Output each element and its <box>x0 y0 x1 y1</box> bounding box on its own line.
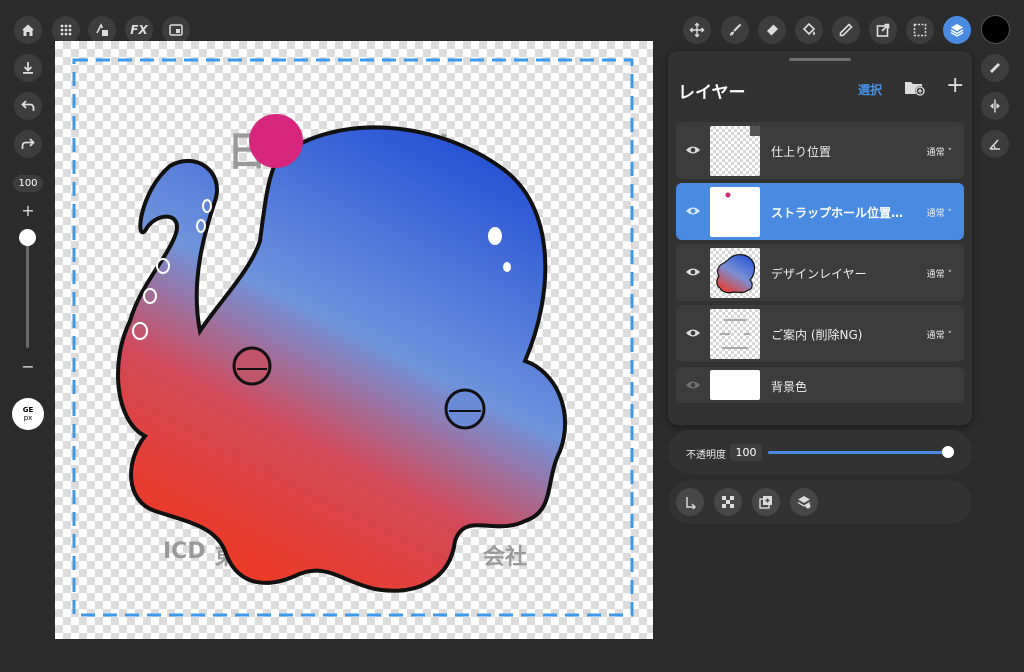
artwork <box>72 58 634 617</box>
layer-row-background-color[interactable]: 背景色 <box>676 367 964 403</box>
shape-tool-button[interactable] <box>88 16 116 44</box>
merge-down-icon <box>686 497 696 509</box>
import-button[interactable] <box>14 54 42 82</box>
eyedropper-tool[interactable] <box>832 16 860 44</box>
symmetry-tool[interactable] <box>981 92 1009 120</box>
home-icon <box>22 24 34 36</box>
bucket-icon <box>802 22 816 36</box>
layer-eraser-icon <box>797 496 811 509</box>
blend-mode-dropdown[interactable]: 通常 ˅ <box>927 145 952 158</box>
eye-left <box>232 346 272 386</box>
color-picker[interactable] <box>981 15 1010 44</box>
visibility-eye-icon[interactable] <box>685 379 701 391</box>
redo-icon <box>21 138 35 149</box>
layer-row-finish-position[interactable]: 仕上り位置 通常 ˅ <box>676 122 964 179</box>
brush-preview-top: GE <box>22 406 34 414</box>
fill-tool[interactable] <box>795 16 823 44</box>
export-tool[interactable] <box>869 16 897 44</box>
brush-size-slider[interactable] <box>26 238 29 348</box>
eraser-icon <box>767 24 778 36</box>
gallery-button[interactable] <box>14 16 42 44</box>
blend-mode-dropdown[interactable]: 通常 ˅ <box>927 267 952 280</box>
visibility-eye-icon[interactable] <box>685 144 701 156</box>
symmetry-icon <box>990 99 1000 113</box>
strap-hole-dot <box>249 114 303 168</box>
visibility-eye-icon[interactable] <box>685 266 701 278</box>
layer-thumbnail <box>710 309 760 359</box>
opacity-slider-handle[interactable] <box>942 446 954 458</box>
marquee-icon <box>913 23 927 37</box>
layer-row-design[interactable]: デザインレイヤー 通常 ˅ <box>676 244 964 301</box>
shapes-icon <box>96 23 108 36</box>
layer-tools-bar <box>668 480 972 524</box>
actions-button[interactable] <box>52 16 80 44</box>
blend-mode-dropdown[interactable]: 通常 ˅ <box>927 328 952 341</box>
export-icon <box>876 23 890 37</box>
angle-icon <box>989 139 1000 150</box>
ruler-icon <box>990 63 1000 73</box>
panel-title: レイヤー <box>678 83 746 103</box>
reference-button[interactable] <box>162 16 190 44</box>
layer-name: 仕上り位置 <box>771 145 832 159</box>
redo-button[interactable] <box>14 130 42 158</box>
undo-button[interactable] <box>14 92 42 120</box>
layer-thumbnail <box>710 248 760 298</box>
select-layers-button[interactable]: 選択 <box>858 81 882 98</box>
merge-down-button[interactable] <box>676 488 704 516</box>
folder-add-icon <box>905 82 925 96</box>
undo-icon <box>21 100 35 111</box>
layer-row-strap-hole[interactable]: ストラップホール位置指定 通常 ˅ <box>676 183 964 240</box>
download-icon <box>23 62 33 74</box>
layers-button[interactable] <box>943 16 971 44</box>
layer-thumbnail <box>710 126 760 176</box>
move-icon <box>689 22 705 38</box>
add-layer-button[interactable]: + <box>946 75 964 97</box>
duplicate-layer-button[interactable] <box>752 488 780 516</box>
opacity-label: 不透明度 <box>686 450 726 461</box>
eye-right <box>444 388 486 430</box>
layer-name: 背景色 <box>771 380 808 394</box>
blend-mode-dropdown[interactable]: 通常 ˅ <box>927 206 952 219</box>
opacity-slider[interactable] <box>768 451 950 454</box>
brush-preview-unit: px <box>23 414 33 422</box>
snap-tool[interactable] <box>981 130 1009 158</box>
brush-icon <box>730 23 742 36</box>
window-icon <box>169 24 183 36</box>
layers-panel: レイヤー 選択 + 仕上り位置 通常 ˅ ストラップホール位置指定 通常 ˅ デ… <box>668 51 972 425</box>
transform-tool[interactable] <box>683 16 711 44</box>
layer-row-guide[interactable]: ご案内 (削除NG) 通常 ˅ <box>676 305 964 362</box>
panel-grip[interactable] <box>789 58 851 61</box>
fx-button[interactable]: FX <box>125 16 153 44</box>
brush-size-value: 100 <box>13 175 43 192</box>
duplicate-icon <box>759 496 772 509</box>
opacity-value[interactable]: 100 <box>730 444 762 461</box>
clear-layer-button[interactable] <box>790 488 818 516</box>
layer-name: デザインレイヤー <box>771 267 867 281</box>
selection-tool[interactable] <box>906 16 934 44</box>
visibility-eye-icon[interactable] <box>685 205 701 217</box>
eyedropper-icon <box>839 23 853 37</box>
opacity-control: 不透明度 100 <box>668 430 972 474</box>
layer-transform-button[interactable] <box>714 488 742 516</box>
brush-tool[interactable] <box>721 16 749 44</box>
size-increase-button[interactable]: + <box>19 201 37 220</box>
transform-icon <box>722 496 734 508</box>
new-group-button[interactable] <box>904 79 926 97</box>
eraser-tool[interactable] <box>758 16 786 44</box>
visibility-eye-icon[interactable] <box>685 327 701 339</box>
octopus <box>116 125 567 593</box>
layers-icon <box>950 24 964 37</box>
layer-thumbnail <box>710 187 760 237</box>
layer-name: ご案内 (削除NG) <box>771 328 863 342</box>
ruler-tool[interactable] <box>981 54 1009 82</box>
background-color-swatch <box>710 370 760 400</box>
grid-icon <box>60 24 72 36</box>
drawing-canvas[interactable]: 日本チャーム 絵柄 。 ICD 東 会社 <box>55 41 653 639</box>
layer-name: ストラップホール位置指定 <box>771 206 911 220</box>
brush-preview[interactable]: GE px <box>12 398 44 430</box>
brush-size-handle[interactable] <box>19 229 36 246</box>
size-decrease-button[interactable]: − <box>19 357 37 376</box>
fx-label: FX <box>130 23 148 37</box>
